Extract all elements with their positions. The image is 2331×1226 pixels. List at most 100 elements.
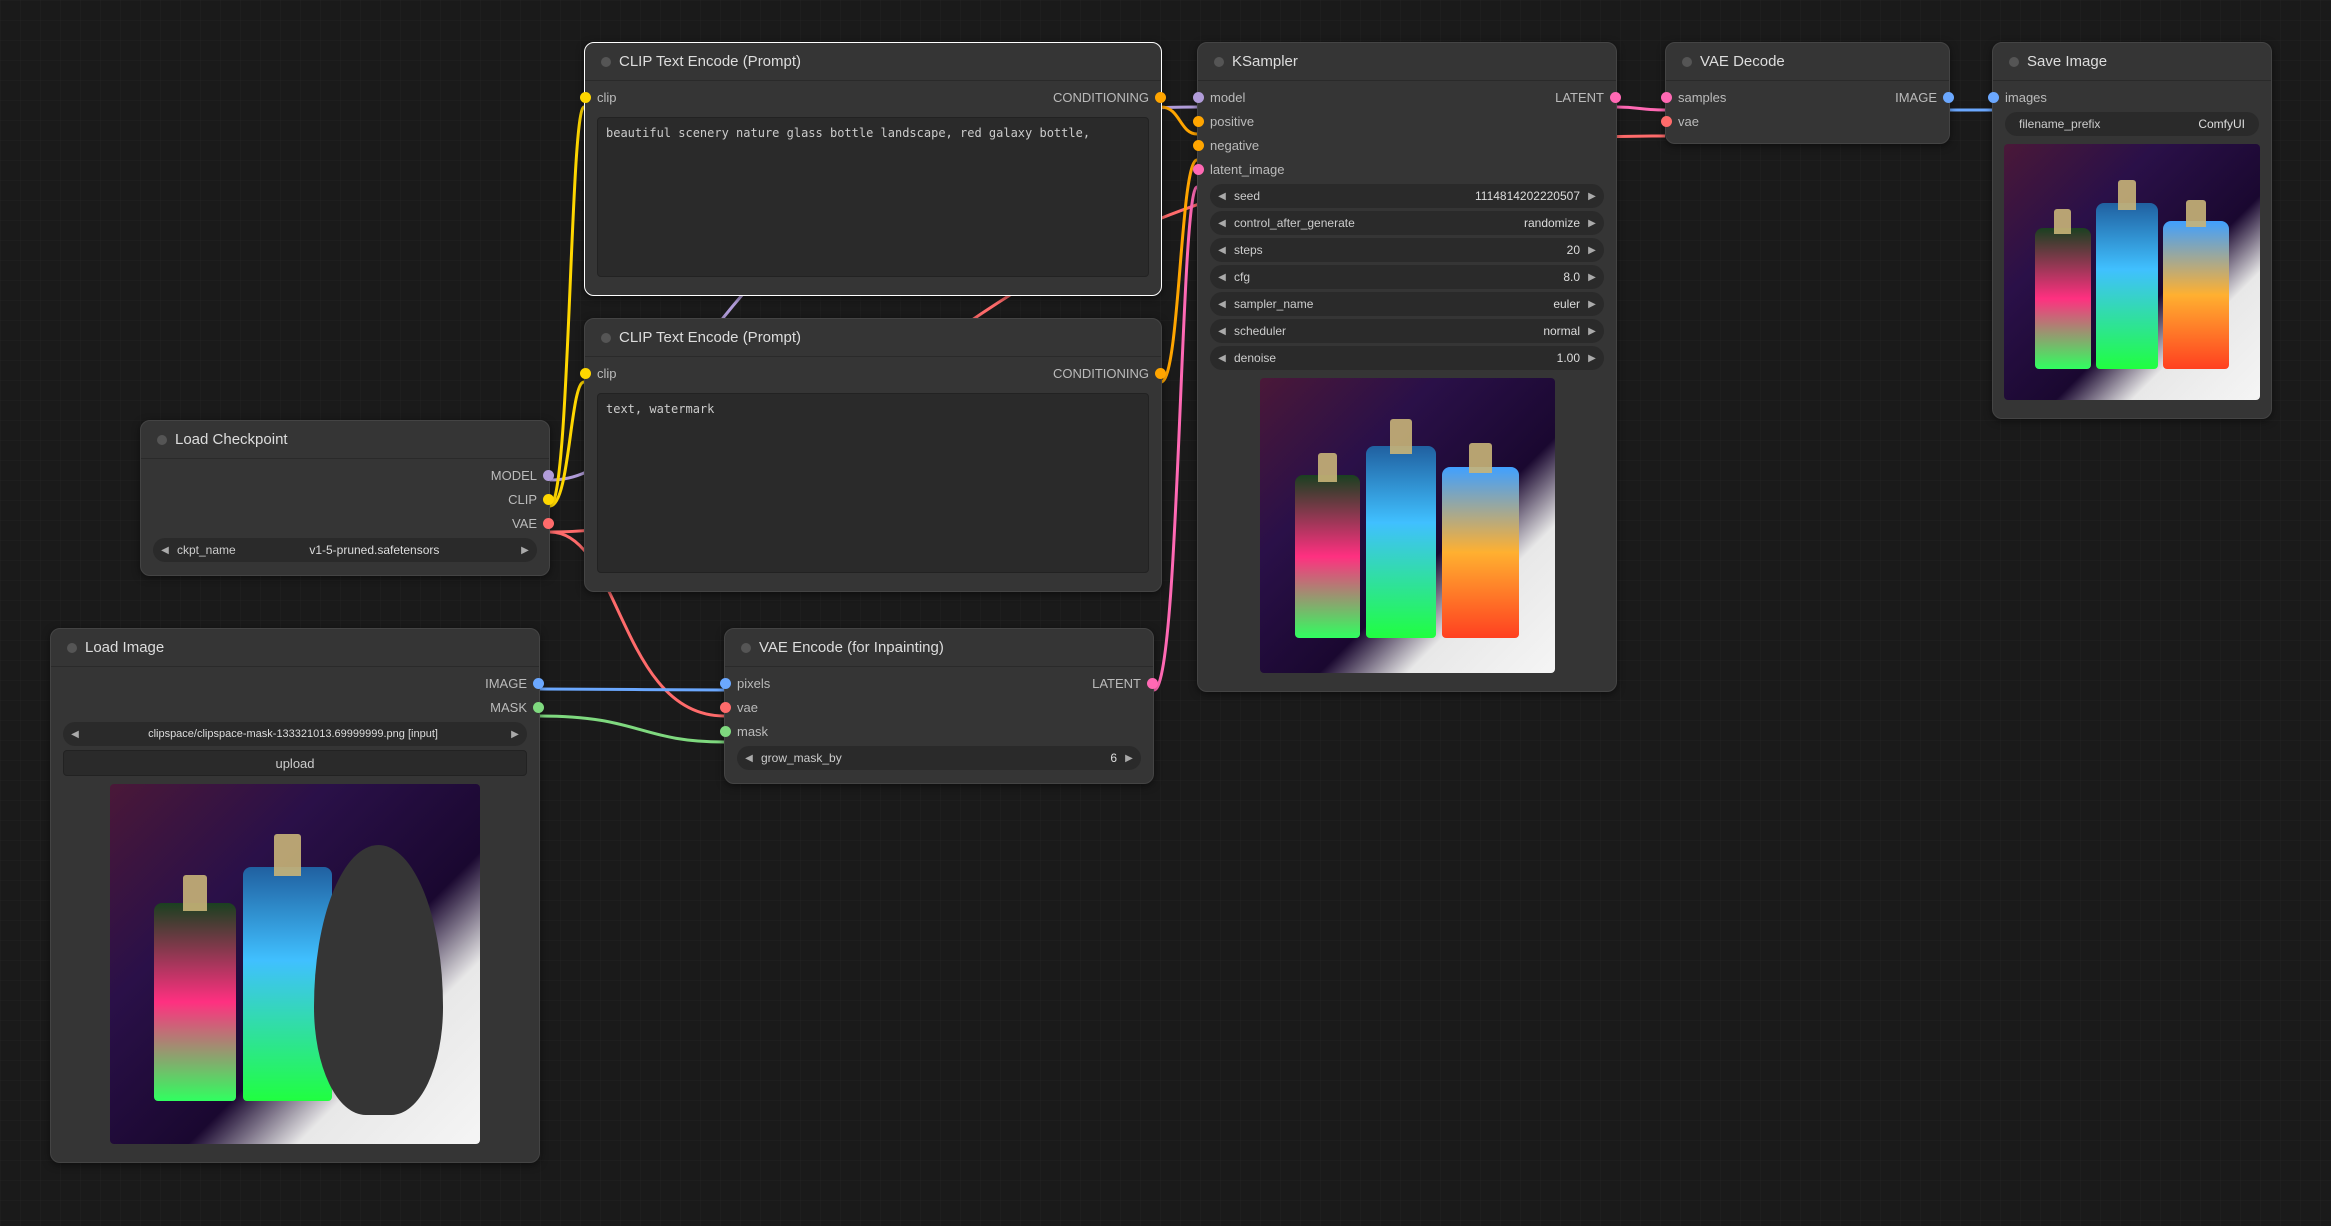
port-latent-image[interactable]: latent_image <box>1198 157 1616 181</box>
port-vae[interactable]: VAE <box>141 511 549 535</box>
collapse-icon <box>601 333 611 343</box>
port-image[interactable]: IMAGE <box>1808 85 1950 109</box>
image-path-widget[interactable]: ◀ clipspace/clipspace-mask-133321013.699… <box>63 722 527 746</box>
port-positive[interactable]: positive <box>1198 109 1616 133</box>
port-conditioning[interactable]: CONDITIONING <box>873 85 1161 109</box>
node-clip-text-encode-positive[interactable]: CLIP Text Encode (Prompt) clip CONDITION… <box>584 42 1162 296</box>
node-ksampler[interactable]: KSampler model LATENT positive negative … <box>1197 42 1617 692</box>
port-mask[interactable]: MASK <box>51 695 539 719</box>
filename-prefix-widget[interactable]: filename_prefix ComfyUI <box>2005 112 2259 136</box>
port-label: samples <box>1678 90 1726 105</box>
arrow-right-icon[interactable]: ▶ <box>1584 188 1600 204</box>
arrow-right-icon[interactable]: ▶ <box>1584 269 1600 285</box>
port-clip[interactable]: clip <box>585 85 873 109</box>
widget-value: ComfyUI <box>2198 117 2255 131</box>
port-dot-icon <box>1193 140 1204 151</box>
collapse-icon <box>1682 57 1692 67</box>
prompt-textarea[interactable]: beautiful scenery nature glass bottle la… <box>597 117 1149 277</box>
port-dot-icon <box>1147 678 1158 689</box>
port-label: VAE <box>512 516 537 531</box>
port-images[interactable]: images <box>1993 85 2271 109</box>
port-latent[interactable]: LATENT <box>939 671 1153 695</box>
arrow-right-icon[interactable]: ▶ <box>1121 750 1137 766</box>
port-mask[interactable]: mask <box>725 719 1153 743</box>
grow-mask-widget[interactable]: ◀ grow_mask_by 6 ▶ <box>737 746 1141 770</box>
node-vae-decode[interactable]: VAE Decode samples IMAGE vae <box>1665 42 1950 144</box>
arrow-left-icon[interactable]: ◀ <box>1214 296 1230 312</box>
port-pixels[interactable]: pixels <box>725 671 939 695</box>
param-cfg[interactable]: ◀cfg8.0▶ <box>1210 265 1604 289</box>
prompt-textarea[interactable]: text, watermark <box>597 393 1149 573</box>
port-clip[interactable]: CLIP <box>141 487 549 511</box>
port-label: vae <box>1678 114 1699 129</box>
ckpt-name-widget[interactable]: ◀ ckpt_name v1-5-pruned.safetensors ▶ <box>153 538 537 562</box>
port-dot-icon <box>543 470 554 481</box>
collapse-icon <box>67 643 77 653</box>
node-load-image[interactable]: Load Image IMAGE MASK ◀ clipspace/clipsp… <box>50 628 540 1163</box>
node-header[interactable]: CLIP Text Encode (Prompt) <box>585 319 1161 357</box>
arrow-left-icon[interactable]: ◀ <box>67 726 83 742</box>
arrow-left-icon[interactable]: ◀ <box>1214 215 1230 231</box>
node-header[interactable]: KSampler <box>1198 43 1616 81</box>
arrow-right-icon[interactable]: ▶ <box>517 542 533 558</box>
widget-value: 20 <box>1567 243 1584 257</box>
node-header[interactable]: Save Image <box>1993 43 2271 81</box>
arrow-left-icon[interactable]: ◀ <box>157 542 173 558</box>
param-denoise[interactable]: ◀denoise1.00▶ <box>1210 346 1604 370</box>
port-dot-icon <box>1610 92 1621 103</box>
arrow-left-icon[interactable]: ◀ <box>1214 350 1230 366</box>
node-title: Save Image <box>2027 53 2107 70</box>
node-header[interactable]: Load Image <box>51 629 539 667</box>
port-samples[interactable]: samples <box>1666 85 1808 109</box>
port-label: negative <box>1210 138 1259 153</box>
arrow-right-icon[interactable]: ▶ <box>1584 242 1600 258</box>
arrow-right-icon[interactable]: ▶ <box>1584 350 1600 366</box>
arrow-right-icon[interactable]: ▶ <box>1584 215 1600 231</box>
port-label: images <box>2005 90 2047 105</box>
port-clip[interactable]: clip <box>585 361 873 385</box>
node-load-checkpoint[interactable]: Load Checkpoint MODEL CLIP VAE ◀ ckpt_na… <box>140 420 550 576</box>
port-label: CONDITIONING <box>1053 366 1149 381</box>
node-vae-encode-inpaint[interactable]: VAE Encode (for Inpainting) pixels LATEN… <box>724 628 1154 784</box>
param-seed[interactable]: ◀seed1114814202220507▶ <box>1210 184 1604 208</box>
port-image[interactable]: IMAGE <box>51 671 539 695</box>
bottle-icon <box>2096 203 2157 369</box>
param-scheduler[interactable]: ◀schedulernormal▶ <box>1210 319 1604 343</box>
arrow-right-icon[interactable]: ▶ <box>1584 296 1600 312</box>
port-vae[interactable]: vae <box>725 695 1153 719</box>
port-dot-icon <box>543 518 554 529</box>
node-title: VAE Decode <box>1700 53 1785 70</box>
node-save-image[interactable]: Save Image images filename_prefix ComfyU… <box>1992 42 2272 419</box>
param-control_after_generate[interactable]: ◀control_after_generaterandomize▶ <box>1210 211 1604 235</box>
node-header[interactable]: CLIP Text Encode (Prompt) <box>585 43 1161 81</box>
port-negative[interactable]: negative <box>1198 133 1616 157</box>
param-steps[interactable]: ◀steps20▶ <box>1210 238 1604 262</box>
widget-value: randomize <box>1524 216 1584 230</box>
node-title: Load Checkpoint <box>175 431 288 448</box>
port-vae[interactable]: vae <box>1666 109 1949 133</box>
widget-value: 6 <box>1110 751 1121 765</box>
arrow-left-icon[interactable]: ◀ <box>741 750 757 766</box>
node-header[interactable]: Load Checkpoint <box>141 421 549 459</box>
port-label: MASK <box>490 700 527 715</box>
arrow-left-icon[interactable]: ◀ <box>1214 323 1230 339</box>
arrow-left-icon[interactable]: ◀ <box>1214 242 1230 258</box>
widget-label: filename_prefix <box>2009 117 2100 131</box>
port-conditioning[interactable]: CONDITIONING <box>873 361 1161 385</box>
upload-button[interactable]: upload <box>63 750 527 776</box>
port-model[interactable]: MODEL <box>141 463 549 487</box>
bottle-icon <box>1295 475 1360 637</box>
arrow-left-icon[interactable]: ◀ <box>1214 269 1230 285</box>
node-clip-text-encode-negative[interactable]: CLIP Text Encode (Prompt) clip CONDITION… <box>584 318 1162 592</box>
param-sampler_name[interactable]: ◀sampler_nameeuler▶ <box>1210 292 1604 316</box>
port-model[interactable]: model <box>1198 85 1407 109</box>
widget-value: clipspace/clipspace-mask-133321013.69999… <box>83 728 507 740</box>
node-header[interactable]: VAE Decode <box>1666 43 1949 81</box>
collapse-icon <box>601 57 611 67</box>
bottle-icon <box>1366 446 1437 638</box>
node-header[interactable]: VAE Encode (for Inpainting) <box>725 629 1153 667</box>
arrow-right-icon[interactable]: ▶ <box>507 726 523 742</box>
arrow-right-icon[interactable]: ▶ <box>1584 323 1600 339</box>
port-latent[interactable]: LATENT <box>1407 85 1616 109</box>
arrow-left-icon[interactable]: ◀ <box>1214 188 1230 204</box>
